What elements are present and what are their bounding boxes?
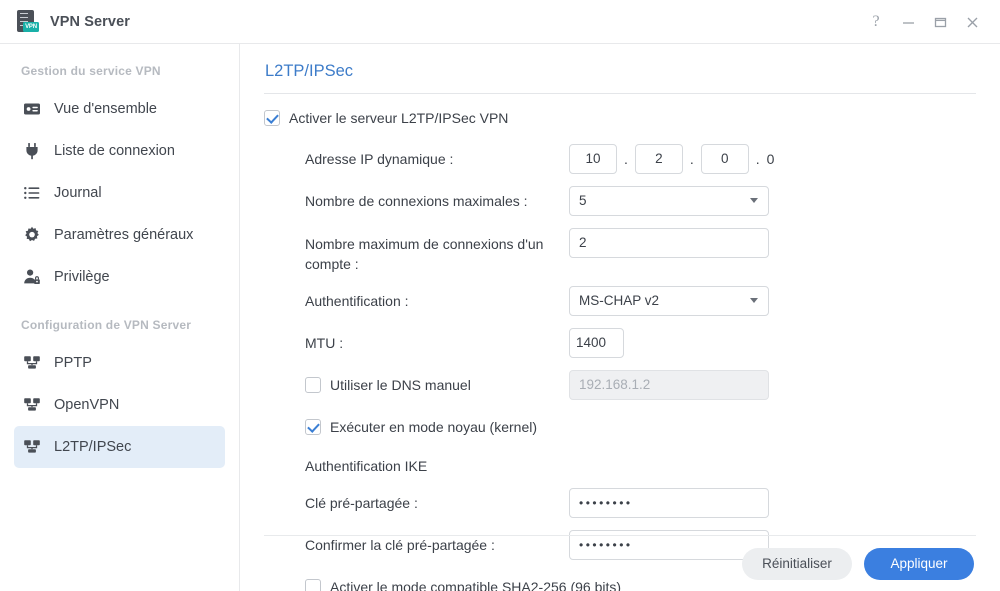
kernel-mode-label: Exécuter en mode noyau (kernel) <box>330 418 537 435</box>
max-connections-select[interactable]: 5 <box>569 185 769 216</box>
kernel-mode-check-group: Exécuter en mode noyau (kernel) <box>264 412 537 442</box>
authentication-value: MS-CHAP v2 <box>579 293 660 309</box>
sidebar-item-privilege[interactable]: Privilège <box>14 256 225 298</box>
sidebar-item-journal[interactable]: Journal <box>14 172 225 214</box>
sidebar-item-general-settings[interactable]: Paramètres généraux <box>14 214 225 256</box>
ip-separator: . <box>689 150 694 167</box>
content-panel: L2TP/IPSec Activer le serveur L2TP/IPSec… <box>240 44 1000 591</box>
l2tp-settings-form: Activer le serveur L2TP/IPSec VPN Adress… <box>264 94 976 591</box>
user-lock-icon <box>22 267 42 287</box>
mtu-input[interactable]: 1400 <box>569 327 624 358</box>
sidebar-item-l2tp-ipsec[interactable]: L2TP/IPSec <box>14 426 225 468</box>
sidebar-item-label: Privilège <box>54 269 110 285</box>
manual-dns-checkbox[interactable] <box>305 376 321 393</box>
mtu-row: MTU : 1400 <box>264 327 976 358</box>
dynamic-ip-octet-2[interactable]: 2 <box>634 143 683 174</box>
sidebar-item-connection-list[interactable]: Liste de connexion <box>14 130 225 172</box>
manual-dns-label: Utiliser le DNS manuel <box>330 376 471 393</box>
max-per-account-row: Nombre maximum de connexions d'un compte… <box>264 227 976 274</box>
mtu-label: MTU : <box>305 334 344 351</box>
network-icon <box>22 395 42 415</box>
sha2-mode-checkbox[interactable] <box>305 578 321 591</box>
window-controls: ? <box>860 0 988 44</box>
max-connections-value: 5 <box>579 193 587 209</box>
help-icon[interactable]: ? <box>860 7 892 37</box>
page-title: L2TP/IPSec <box>265 62 354 80</box>
manual-dns-check-group: Utiliser le DNS manuel <box>264 370 569 400</box>
max-connections-label: Nombre de connexions maximales : <box>305 192 528 209</box>
authentication-row: Authentification : MS-CHAP v2 <box>264 285 976 316</box>
ike-section-heading: Authentification IKE <box>305 457 428 474</box>
overview-icon <box>22 99 42 119</box>
plug-icon <box>22 141 42 161</box>
enable-server-label: Activer le serveur L2TP/IPSec VPN <box>289 109 509 126</box>
sidebar-item-pptp[interactable]: PPTP <box>14 342 225 384</box>
close-icon[interactable] <box>956 7 988 37</box>
dynamic-ip-label: Adresse IP dynamique : <box>305 150 454 167</box>
sidebar-item-label: OpenVPN <box>54 397 120 413</box>
maximize-icon[interactable] <box>924 7 956 37</box>
window-title: VPN Server <box>50 13 130 30</box>
preshared-key-value: •••••••• <box>579 495 633 510</box>
manual-dns-row: Utiliser le DNS manuel 192.168.1.2 <box>264 369 976 400</box>
authentication-label: Authentification : <box>305 292 409 309</box>
enable-server-row: Activer le serveur L2TP/IPSec VPN <box>264 109 976 126</box>
ip-separator: . <box>755 150 760 167</box>
authentication-select[interactable]: MS-CHAP v2 <box>569 285 769 316</box>
sidebar-section-heading-management: Gestion du service VPN <box>21 64 161 78</box>
sidebar-item-overview[interactable]: Vue d'ensemble <box>14 88 225 130</box>
sidebar-item-openvpn[interactable]: OpenVPN <box>14 384 225 426</box>
sidebar-section-heading-configuration: Configuration de VPN Server <box>21 318 192 332</box>
network-icon <box>22 437 42 457</box>
kernel-mode-checkbox[interactable] <box>305 418 321 435</box>
dynamic-ip-octet-4: 0 <box>766 150 775 167</box>
apply-button[interactable]: Appliquer <box>864 547 974 580</box>
vpn-server-window: VPN VPN Server ? Gestion du service VPN <box>0 0 1000 591</box>
ip-separator: . <box>624 150 628 167</box>
sidebar-item-label: L2TP/IPSec <box>54 439 132 455</box>
dynamic-ip-row: Adresse IP dynamique : 10 . 2 . 0 . 0 <box>264 143 976 174</box>
max-per-account-label: Nombre maximum de connexions d'un compte… <box>305 235 544 272</box>
sidebar-item-label: PPTP <box>54 355 92 371</box>
sidebar: Gestion du service VPN Vue d'ensemble Li… <box>0 44 240 591</box>
max-connections-row: Nombre de connexions maximales : 5 <box>264 185 976 216</box>
kernel-mode-row: Exécuter en mode noyau (kernel) <box>264 412 976 442</box>
minimize-icon[interactable] <box>892 7 924 37</box>
manual-dns-input: 192.168.1.2 <box>569 369 769 400</box>
dynamic-ip-octet-1[interactable]: 10 <box>569 143 617 174</box>
sidebar-item-label: Journal <box>54 185 102 201</box>
enable-server-checkbox[interactable] <box>264 109 280 126</box>
sidebar-item-label: Vue d'ensemble <box>54 101 157 117</box>
chevron-down-icon <box>750 198 758 204</box>
preshared-key-input[interactable]: •••••••• <box>569 487 769 518</box>
chevron-down-icon <box>750 298 758 304</box>
dynamic-ip-octet-3[interactable]: 0 <box>700 143 749 174</box>
sidebar-item-label: Paramètres généraux <box>54 227 194 243</box>
action-footer: Réinitialiser Appliquer <box>264 535 976 591</box>
vpn-server-icon: VPN <box>14 9 40 35</box>
list-icon <box>22 183 42 203</box>
network-icon <box>22 353 42 373</box>
gear-icon <box>22 225 42 245</box>
max-per-account-input[interactable]: 2 <box>569 227 769 258</box>
title-bar: VPN VPN Server ? <box>0 0 1000 44</box>
dynamic-ip-fields: 10 . 2 . 0 . 0 <box>569 143 976 174</box>
sidebar-item-label: Liste de connexion <box>54 143 175 159</box>
reset-button[interactable]: Réinitialiser <box>742 547 852 580</box>
preshared-key-row: Clé pré-partagée : •••••••• <box>264 487 976 518</box>
preshared-key-label: Clé pré-partagée : <box>305 494 418 511</box>
